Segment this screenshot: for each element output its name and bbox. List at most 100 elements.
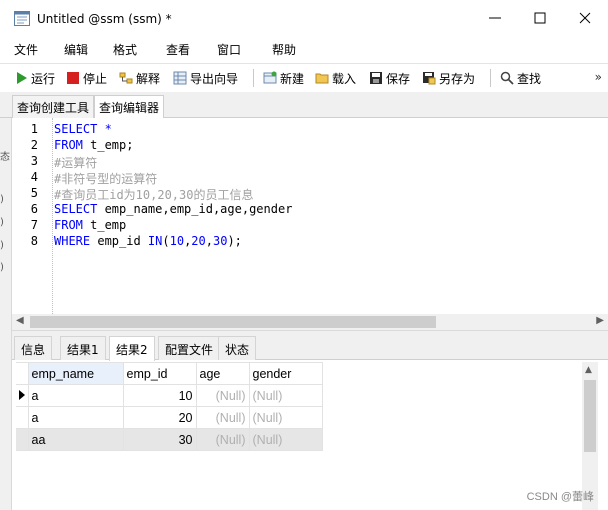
left-panel-text: ) (0, 194, 4, 205)
explain-icon (119, 72, 133, 84)
tab-result-1[interactable]: 结果1 (60, 336, 106, 360)
find-button[interactable]: 查找 (500, 69, 541, 87)
cell-emp-id[interactable]: 10 (122, 384, 197, 407)
vertical-scroll-thumb[interactable] (584, 380, 596, 452)
line-number: 6 (30, 202, 38, 216)
line-number: 7 (30, 218, 38, 232)
save-as-icon (423, 72, 436, 85)
menu-file[interactable]: 文件 (14, 41, 38, 58)
column-header-gender[interactable]: gender (248, 362, 323, 385)
stop-button[interactable]: 停止 (66, 69, 107, 87)
editor-tabstrip: 查询创建工具 查询编辑器 (0, 92, 608, 119)
sql-keyword: FROM (54, 218, 83, 232)
sql-keyword: WHERE (54, 234, 91, 248)
result-grid[interactable]: emp_name emp_id age gender a 10 (Null) (… (16, 362, 596, 482)
column-header-age[interactable]: age (195, 362, 250, 385)
minimize-icon[interactable] (488, 10, 502, 26)
table-row[interactable]: aa 30 (Null) (Null) (16, 428, 323, 451)
menu-window[interactable]: 窗口 (217, 41, 241, 58)
gutter-separator (52, 118, 53, 314)
sql-keyword: SELECT (54, 202, 98, 216)
run-label: 运行 (31, 71, 56, 86)
export-wizard-label: 导出向导 (190, 71, 239, 86)
save-label: 保存 (386, 71, 411, 86)
cell-gender[interactable]: (Null) (248, 428, 323, 451)
watermark: CSDN @蕾峰 (526, 491, 594, 503)
load-button[interactable]: 载入 (315, 69, 356, 87)
new-button[interactable]: 新建 (263, 69, 304, 87)
close-icon[interactable] (578, 10, 592, 26)
toolbar-overflow-icon[interactable]: » (595, 70, 602, 84)
export-wizard-button[interactable]: 导出向导 (173, 69, 238, 87)
cell-age[interactable]: (Null) (195, 428, 250, 451)
cell-emp-id[interactable]: 20 (122, 406, 197, 429)
save-as-button[interactable]: 另存为 (422, 69, 475, 87)
toolbar: 运行 停止 解释 导出向导 新建 载入 保存 另存为 查找 » (0, 63, 608, 91)
sql-number: 10 (169, 234, 185, 248)
cell-emp-name[interactable]: a (27, 384, 124, 407)
code-line: #非符号型的运算符 (54, 170, 157, 187)
left-panel-text: 态 (0, 152, 10, 163)
tab-profile[interactable]: 配置文件 (158, 336, 221, 360)
load-label: 载入 (332, 71, 357, 86)
table-row[interactable]: a 10 (Null) (Null) (16, 384, 323, 407)
cell-emp-name[interactable]: aa (27, 428, 124, 451)
left-panel-edge: 态 ) ) ) ) (0, 118, 12, 510)
cell-age[interactable]: (Null) (195, 384, 250, 407)
menu-view[interactable]: 查看 (166, 41, 190, 58)
tab-query-builder[interactable]: 查询创建工具 (12, 95, 95, 118)
save-as-label: 另存为 (439, 71, 476, 86)
menu-help[interactable]: 帮助 (272, 41, 296, 58)
table-row[interactable]: a 20 (Null) (Null) (16, 406, 323, 429)
tab-query-editor[interactable]: 查询编辑器 (94, 95, 165, 119)
play-icon (17, 72, 27, 84)
find-label: 查找 (517, 71, 542, 86)
folder-icon (315, 73, 329, 84)
cell-gender[interactable]: (Null) (248, 384, 323, 407)
row-indicator-header (16, 362, 29, 385)
code-line: FROM t_emp; (54, 138, 133, 152)
tab-result-2[interactable]: 结果2 (109, 336, 155, 361)
editor-horizontal-scrollbar[interactable]: ◀ ▶ (12, 314, 608, 330)
column-header-emp-id[interactable]: emp_id (122, 362, 197, 385)
toolbar-separator (253, 69, 254, 87)
left-panel-text: ) (0, 262, 4, 273)
sql-text: t_emp; (82, 138, 134, 152)
title-bar: Untitled @ssm (ssm) * (0, 0, 608, 38)
sql-keyword: FROM (54, 138, 83, 152)
row-indicator (16, 384, 29, 407)
cell-emp-id[interactable]: 30 (122, 428, 197, 451)
run-button[interactable]: 运行 (14, 69, 55, 87)
left-panel-text: ) (0, 240, 4, 251)
new-label: 新建 (280, 71, 305, 86)
scroll-up-icon[interactable]: ▲ (585, 365, 592, 375)
tab-status[interactable]: 状态 (218, 336, 257, 360)
cell-age[interactable]: (Null) (195, 406, 250, 429)
toolbar-separator (490, 69, 491, 87)
menu-edit[interactable]: 编辑 (64, 41, 88, 58)
stop-icon (67, 72, 79, 84)
cell-gender[interactable]: (Null) (248, 406, 323, 429)
sql-number: 30 (212, 234, 228, 248)
save-button[interactable]: 保存 (369, 69, 410, 87)
column-header-emp-name[interactable]: emp_name (27, 362, 124, 385)
navicat-app-icon (14, 11, 30, 26)
sql-editor[interactable]: 1 2 3 4 5 6 7 8 SELECT * FROM t_emp; #运算符 #非符号型的运算… (12, 118, 608, 314)
menu-format[interactable]: 格式 (113, 41, 137, 58)
explain-button[interactable]: 解释 (119, 69, 160, 87)
tab-info[interactable]: 信息 (14, 336, 53, 360)
row-indicator (16, 428, 29, 451)
line-number: 2 (30, 138, 38, 152)
cell-emp-name[interactable]: a (27, 406, 124, 429)
horizontal-scroll-thumb[interactable] (30, 316, 436, 328)
code-line: FROM t_emp (54, 218, 126, 232)
sql-text: ); (227, 234, 242, 248)
grid-header-row: emp_name emp_id age gender (16, 362, 323, 385)
maximize-icon[interactable] (533, 10, 547, 26)
scroll-right-icon[interactable]: ▶ (596, 315, 604, 326)
menu-bar: 文件 编辑 格式 查看 窗口 帮助 (0, 38, 608, 60)
scroll-left-icon[interactable]: ◀ (16, 315, 24, 326)
explain-label: 解释 (136, 71, 161, 86)
sql-text: emp_name,emp_id,age,gender (97, 202, 293, 216)
left-panel-text: ) (0, 217, 4, 228)
